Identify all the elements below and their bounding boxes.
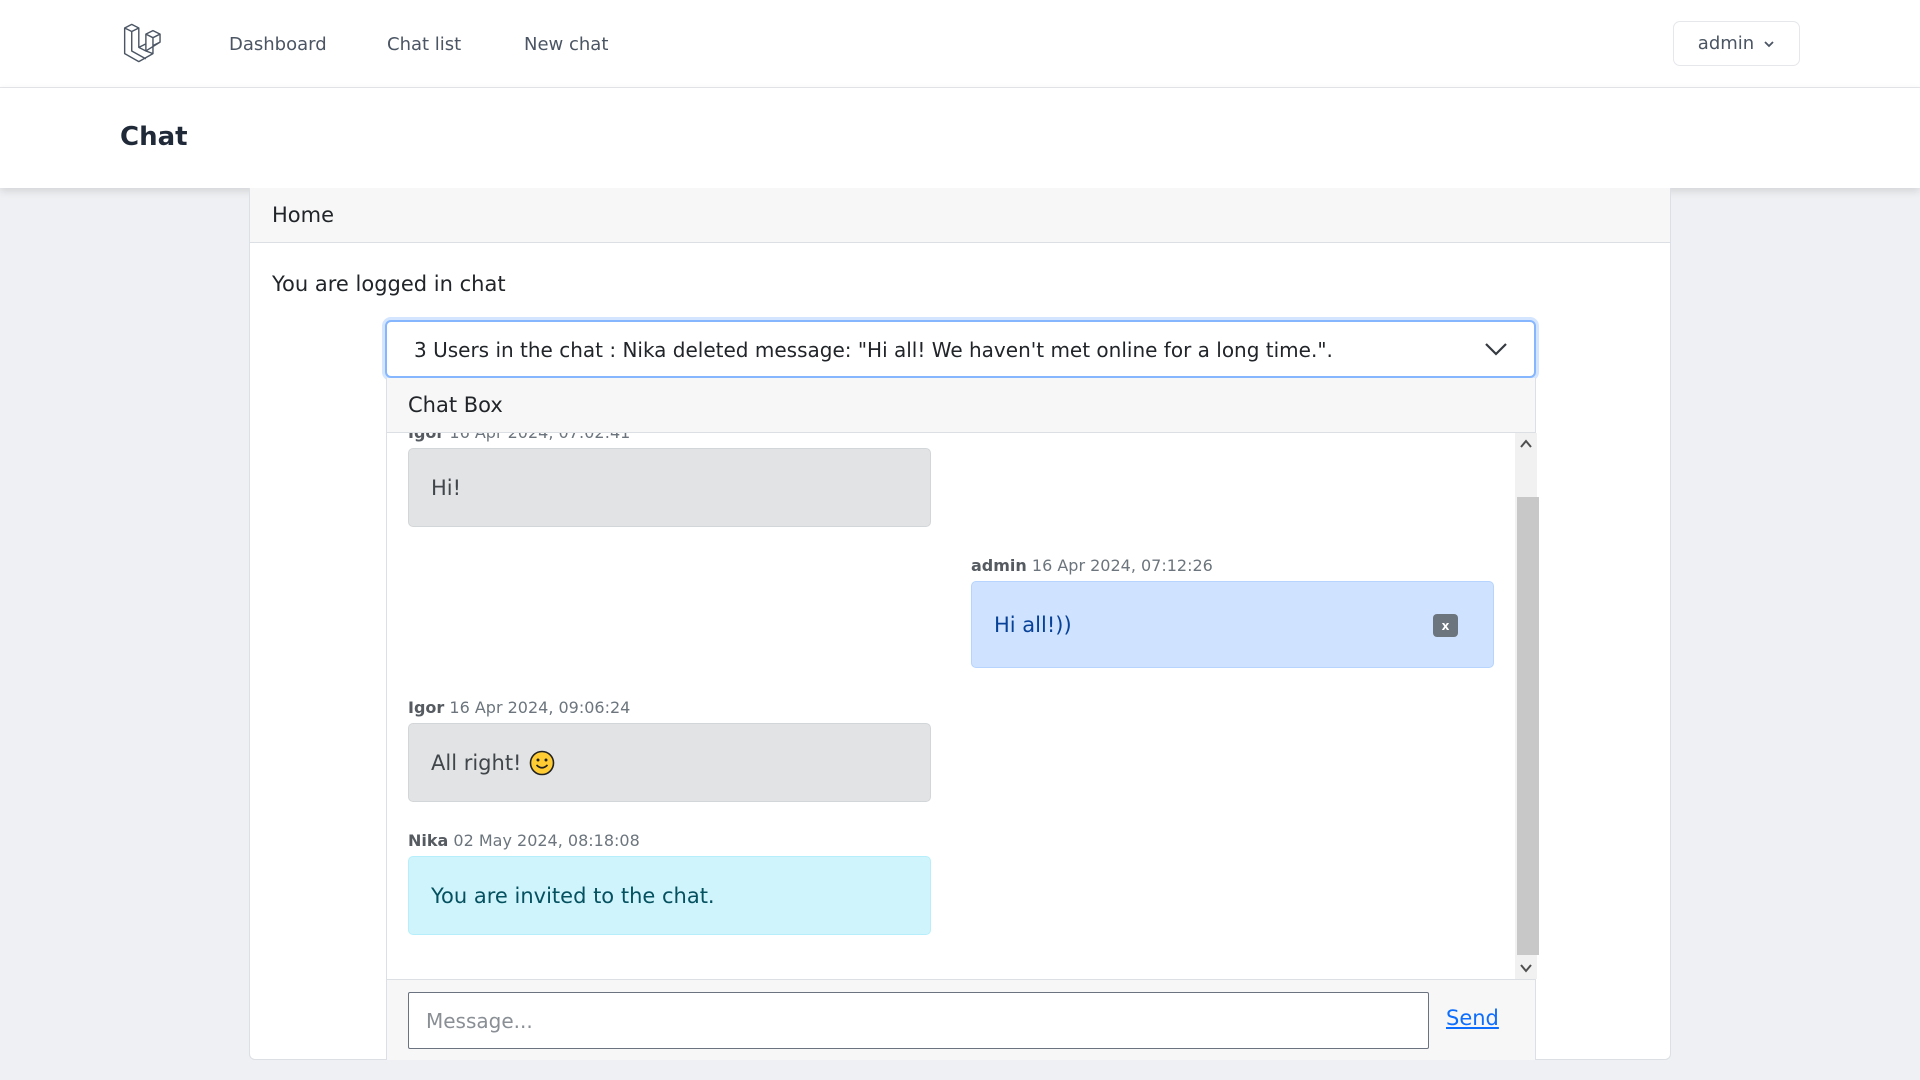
chevron-down-icon xyxy=(1485,343,1507,356)
message-time: 16 Apr 2024, 07:02:41 xyxy=(449,433,630,442)
top-navbar: Dashboard Chat list New chat admin xyxy=(0,0,1920,88)
message-input[interactable] xyxy=(408,992,1429,1049)
message-author: admin xyxy=(971,556,1027,575)
send-button[interactable]: Send xyxy=(1446,1006,1499,1030)
message-bubble: Hi! xyxy=(408,448,931,527)
message-author: Igor xyxy=(408,433,444,442)
message-composer: Send xyxy=(387,979,1535,1060)
chat-box: Chat Box Igor 16 Apr 2024, 07:02:41 Hi! … xyxy=(386,378,1539,1060)
message-bubble-own: Hi all!)) x xyxy=(971,581,1494,668)
chevron-down-icon xyxy=(1764,40,1774,47)
message-meta: Igor 16 Apr 2024, 07:02:41 xyxy=(408,433,630,442)
scroll-down-arrow-icon[interactable] xyxy=(1520,963,1532,973)
home-card: Home You are logged in chat 3 Users in t… xyxy=(249,188,1671,1060)
message-time: 16 Apr 2024, 07:12:26 xyxy=(1031,556,1213,575)
user-name: admin xyxy=(1697,33,1755,54)
smiley-icon xyxy=(530,750,555,775)
nav-dashboard-link[interactable]: Dashboard xyxy=(229,34,327,55)
message-meta: Nika 02 May 2024, 08:18:08 xyxy=(408,831,640,850)
chat-users-dropdown[interactable]: 3 Users in the chat : Nika deleted messa… xyxy=(385,320,1536,378)
nav-chat-list-link[interactable]: Chat list xyxy=(387,34,461,55)
message-bubble-system: You are invited to the chat. xyxy=(408,856,931,935)
message-text: You are invited to the chat. xyxy=(431,883,715,908)
scrollbar-thumb[interactable] xyxy=(1517,497,1539,955)
chat-box-title: Chat Box xyxy=(387,378,1535,433)
message-text: Hi! xyxy=(431,475,462,500)
message-time: 02 May 2024, 08:18:08 xyxy=(453,831,640,850)
message-text: All right! xyxy=(431,750,522,775)
user-menu-button[interactable]: admin xyxy=(1673,21,1800,66)
page-header: Chat xyxy=(0,88,1920,188)
page-title: Chat xyxy=(120,122,188,152)
laravel-logo-icon[interactable] xyxy=(122,20,168,66)
message-author: Igor xyxy=(408,698,445,717)
message-meta: admin 16 Apr 2024, 07:12:26 xyxy=(971,556,1213,575)
message-meta: Igor 16 Apr 2024, 09:06:24 xyxy=(408,698,630,717)
chat-users-dropdown-label: 3 Users in the chat : Nika deleted messa… xyxy=(414,338,1333,362)
message-scrollbar[interactable] xyxy=(1515,433,1539,979)
card-title: Home xyxy=(250,188,1670,243)
delete-message-button[interactable]: x xyxy=(1433,614,1458,637)
scroll-up-arrow-icon[interactable] xyxy=(1520,439,1532,449)
login-status-text: You are logged in chat xyxy=(272,272,506,296)
message-text: Hi all!)) xyxy=(994,612,1072,637)
message-author: Nika xyxy=(408,831,449,850)
message-list[interactable]: Igor 16 Apr 2024, 07:02:41 Hi! admin 16 … xyxy=(387,433,1515,979)
message-time: 16 Apr 2024, 09:06:24 xyxy=(449,698,631,717)
message-bubble: All right! xyxy=(408,723,931,802)
nav-new-chat-link[interactable]: New chat xyxy=(524,34,608,55)
